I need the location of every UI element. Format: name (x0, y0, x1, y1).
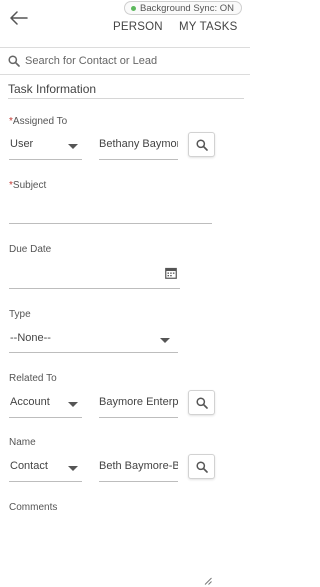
search-icon (8, 55, 20, 67)
related-to-type-select[interactable]: Account (9, 396, 82, 418)
assigned-to-field[interactable]: Bethany Baymore (99, 138, 178, 160)
subject-underline (9, 223, 212, 224)
chevron-down-icon (68, 402, 78, 407)
arrow-left-icon (10, 11, 28, 25)
related-to-lookup-button[interactable] (188, 390, 215, 415)
search-icon (195, 138, 208, 151)
tab-person[interactable]: PERSON (113, 21, 163, 33)
back-button[interactable] (8, 8, 30, 28)
sync-status-text: Background Sync: ON (140, 2, 234, 14)
related-to-type-value: Account (10, 396, 50, 408)
chevron-down-icon (160, 338, 170, 343)
sync-status-badge: Background Sync: ON (124, 1, 242, 15)
assigned-to-value: Bethany Baymore (99, 138, 178, 150)
type-value: --None-- (10, 332, 51, 344)
name-type-select[interactable]: Contact (9, 460, 82, 482)
search-icon (195, 396, 208, 409)
subject-input[interactable] (9, 200, 212, 224)
sync-status-dot-icon (131, 5, 136, 11)
related-to-label: Related To (9, 373, 57, 384)
name-underline (99, 481, 178, 482)
due-date-underline (9, 288, 180, 289)
name-label: Name (9, 437, 36, 448)
name-lookup-button[interactable] (188, 454, 215, 479)
subject-label: *Subject (9, 180, 46, 191)
related-to-underline (99, 417, 178, 418)
comments-label: Comments (9, 502, 58, 513)
tab-my-tasks[interactable]: MY TASKS (179, 21, 237, 33)
search-bar (0, 47, 250, 75)
due-date-label: Due Date (9, 244, 52, 255)
assigned-to-type-select[interactable]: User (9, 138, 82, 160)
type-underline (9, 352, 178, 353)
section-divider (8, 98, 244, 99)
assigned-to-label-text: Assigned To (12, 116, 68, 127)
type-select[interactable]: --None-- (9, 332, 178, 353)
search-input[interactable] (25, 55, 235, 67)
assigned-to-lookup-button[interactable] (188, 132, 215, 157)
subject-label-text: Subject (12, 180, 47, 191)
name-value: Beth Baymore-B (99, 460, 178, 472)
assigned-to-type-value: User (10, 138, 34, 150)
assigned-to-underline (99, 159, 178, 160)
chevron-down-icon (68, 466, 78, 471)
due-date-input[interactable] (9, 264, 180, 289)
name-type-value: Contact (10, 460, 48, 472)
comments-textarea[interactable] (9, 520, 214, 586)
section-title: Task Information (8, 82, 97, 96)
related-to-type-underline (9, 417, 82, 418)
type-label: Type (9, 309, 31, 320)
related-to-value: Baymore Enterprises (99, 396, 178, 408)
search-icon (195, 460, 208, 473)
assigned-to-type-underline (9, 159, 82, 160)
resize-handle-icon[interactable] (204, 577, 212, 585)
name-field[interactable]: Beth Baymore-B (99, 460, 178, 482)
assigned-to-label: *Assigned To (9, 116, 67, 127)
calendar-icon[interactable] (165, 267, 177, 279)
chevron-down-icon (68, 144, 78, 149)
name-type-underline (9, 481, 82, 482)
related-to-field[interactable]: Baymore Enterprises (99, 396, 178, 418)
